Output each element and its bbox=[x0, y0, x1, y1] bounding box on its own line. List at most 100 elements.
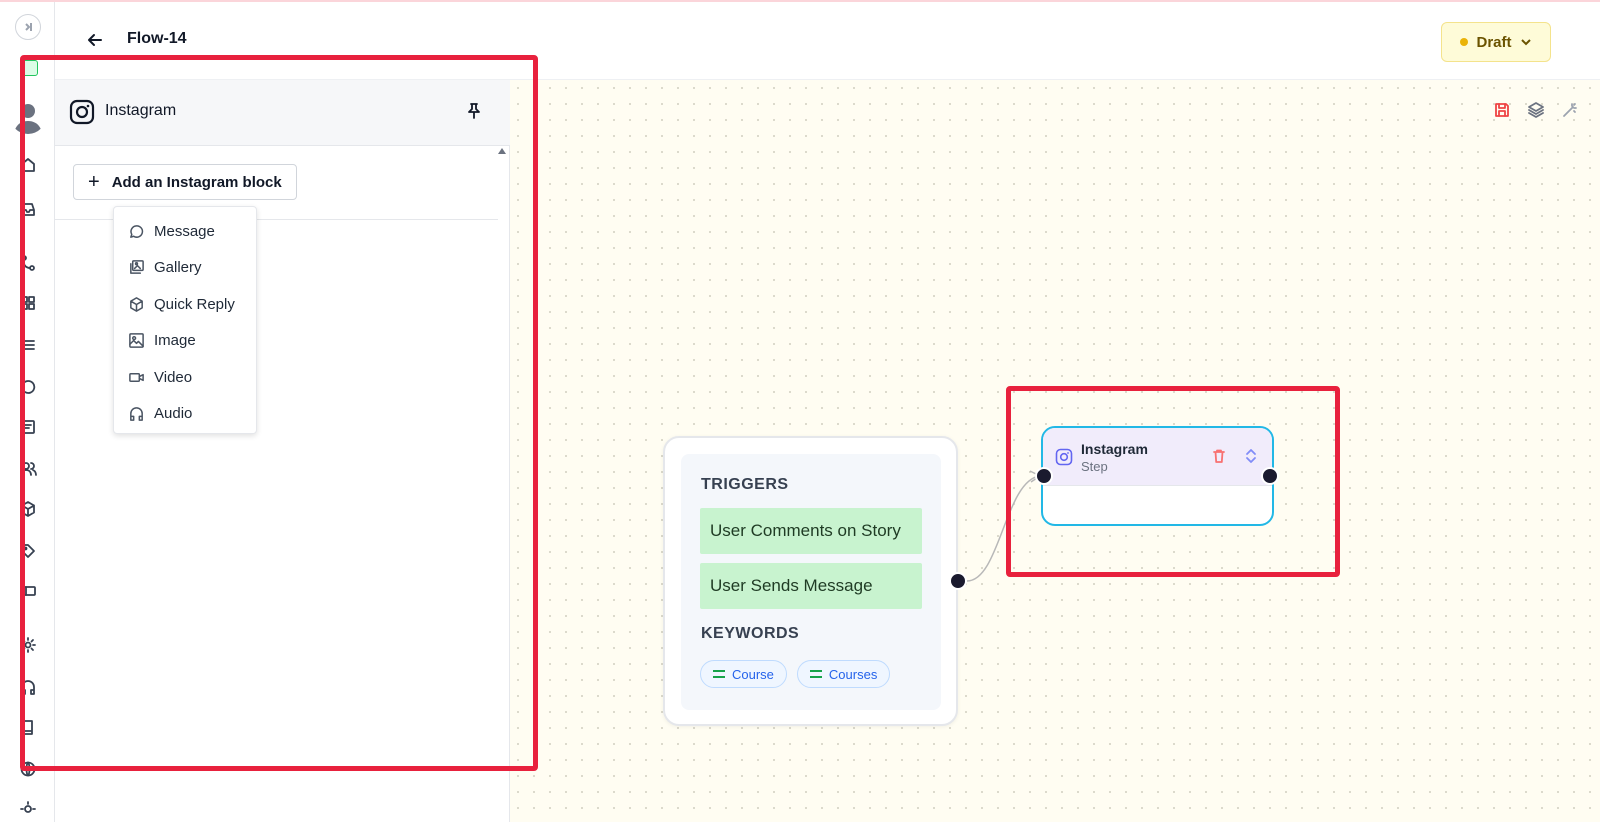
expand-step-button[interactable] bbox=[1244, 448, 1260, 466]
step-input-handle[interactable] bbox=[1035, 467, 1053, 485]
chevron-down-icon bbox=[1520, 39, 1531, 46]
menu-item-label: Message bbox=[154, 222, 215, 240]
keyword-label: Courses bbox=[828, 666, 878, 682]
menu-item-message[interactable]: Message bbox=[114, 213, 256, 250]
trigger-item[interactable]: User Comments on Story bbox=[700, 508, 922, 554]
canvas-toolbar bbox=[1492, 100, 1580, 120]
users-icon bbox=[20, 462, 37, 476]
inbox-icon bbox=[21, 203, 35, 216]
nav-language[interactable] bbox=[15, 756, 41, 782]
instagram-icon bbox=[69, 99, 95, 125]
message-icon bbox=[130, 224, 144, 238]
menu-item-audio[interactable]: Audio bbox=[114, 396, 256, 433]
nav-settings[interactable] bbox=[15, 632, 41, 658]
keyword-chip[interactable]: Courses bbox=[796, 660, 891, 688]
expand-sidebar-button[interactable] bbox=[15, 14, 41, 40]
nav-tickets[interactable] bbox=[15, 578, 41, 604]
pin-icon bbox=[468, 103, 480, 119]
trigger-node[interactable]: TRIGGERS User Comments on Story User Sen… bbox=[663, 436, 958, 726]
menu-item-image[interactable]: Image bbox=[114, 323, 256, 360]
nav-inbox[interactable] bbox=[15, 196, 41, 222]
gallery-icon bbox=[130, 260, 144, 275]
nav-list[interactable] bbox=[15, 332, 41, 358]
avatar[interactable] bbox=[10, 98, 46, 134]
menu-item-label: Quick Reply bbox=[154, 295, 235, 313]
menu-item-gallery[interactable]: Gallery bbox=[114, 250, 256, 287]
equals-icon bbox=[713, 670, 725, 678]
keywords-heading: KEYWORDS bbox=[701, 625, 800, 642]
package-icon bbox=[21, 501, 35, 517]
menu-item-quick-reply[interactable]: Quick Reply bbox=[114, 286, 256, 323]
keyword-list: Course Courses bbox=[700, 660, 891, 688]
tag-icon bbox=[21, 544, 35, 558]
home-icon bbox=[21, 158, 35, 172]
step-node-header: Instagram Step bbox=[1043, 428, 1272, 486]
nav-notes[interactable] bbox=[15, 414, 41, 440]
plus-icon: + bbox=[88, 171, 100, 193]
globe-icon bbox=[20, 761, 36, 777]
step-output-handle[interactable] bbox=[1261, 467, 1279, 485]
menu-item-label: Video bbox=[154, 368, 193, 386]
scroll-up-arrow[interactable] bbox=[498, 148, 506, 154]
triggers-heading: TRIGGERS bbox=[701, 476, 789, 493]
pin-panel-button[interactable] bbox=[465, 102, 487, 124]
panel-title: Instagram bbox=[105, 102, 177, 119]
magic-wand-button[interactable] bbox=[1560, 100, 1580, 120]
instagram-icon bbox=[1055, 448, 1073, 466]
headphones-icon bbox=[130, 407, 143, 422]
nav-flows[interactable] bbox=[15, 250, 41, 276]
instagram-blocks-panel: Instagram + Add an Instagram block Messa… bbox=[55, 80, 510, 822]
keyword-chip[interactable]: Course bbox=[700, 660, 787, 688]
status-dropdown[interactable]: Draft bbox=[1441, 22, 1551, 62]
panel-header: Instagram bbox=[55, 80, 510, 146]
equals-icon bbox=[809, 670, 822, 678]
video-icon bbox=[129, 372, 144, 382]
keyword-label: Course bbox=[732, 666, 774, 682]
nav-dashboard[interactable] bbox=[15, 290, 41, 316]
page-title: Flow-14 bbox=[127, 30, 187, 47]
nav-docs[interactable] bbox=[15, 714, 41, 740]
back-button[interactable] bbox=[85, 30, 105, 50]
headphones-icon bbox=[21, 680, 35, 695]
nav-home[interactable] bbox=[15, 152, 41, 178]
menu-item-label: Gallery bbox=[154, 259, 202, 277]
list-icon bbox=[22, 340, 35, 350]
block-type-menu: Message Gallery Quick Reply Image Video … bbox=[113, 206, 257, 434]
add-block-label: Add an Instagram block bbox=[111, 173, 282, 191]
nav-theme[interactable] bbox=[15, 794, 41, 820]
left-nav-rail bbox=[0, 2, 55, 822]
step-subtitle: Step bbox=[1081, 459, 1108, 474]
nav-packages[interactable] bbox=[15, 496, 41, 522]
flow-header: Flow-14 Draft bbox=[55, 2, 1600, 80]
trigger-output-handle[interactable] bbox=[949, 572, 967, 590]
chevron-up-down-icon bbox=[1246, 449, 1256, 463]
flow-icon bbox=[21, 255, 35, 271]
nav-contacts[interactable] bbox=[15, 456, 41, 482]
chat-icon bbox=[21, 380, 36, 394]
arrow-left-icon bbox=[88, 34, 102, 46]
nav-chat[interactable] bbox=[15, 374, 41, 400]
trash-icon bbox=[1213, 449, 1225, 463]
add-instagram-block-button[interactable]: + Add an Instagram block bbox=[73, 164, 297, 200]
instagram-step-node[interactable]: Instagram Step bbox=[1041, 426, 1274, 526]
layers-icon bbox=[1528, 102, 1544, 118]
nav-support[interactable] bbox=[15, 674, 41, 700]
delete-step-button[interactable] bbox=[1211, 448, 1229, 466]
save-icon bbox=[1495, 103, 1509, 117]
gear-icon bbox=[20, 637, 36, 653]
magic-wand-icon bbox=[1563, 103, 1577, 117]
book-icon bbox=[22, 720, 33, 735]
dashboard-icon bbox=[21, 296, 35, 310]
menu-item-video[interactable]: Video bbox=[114, 359, 256, 396]
status-dot-icon bbox=[1460, 38, 1469, 46]
chevron-right-bar-icon bbox=[25, 23, 32, 31]
trigger-node-body: TRIGGERS User Comments on Story User Sen… bbox=[681, 454, 941, 710]
trigger-item[interactable]: User Sends Message bbox=[700, 563, 922, 609]
app-logo-icon[interactable] bbox=[22, 60, 38, 76]
cube-icon bbox=[130, 296, 143, 312]
status-label: Draft bbox=[1476, 33, 1512, 51]
layers-button[interactable] bbox=[1526, 100, 1546, 120]
nav-tags[interactable] bbox=[15, 538, 41, 564]
save-button[interactable] bbox=[1492, 100, 1512, 120]
image-icon bbox=[129, 333, 144, 349]
